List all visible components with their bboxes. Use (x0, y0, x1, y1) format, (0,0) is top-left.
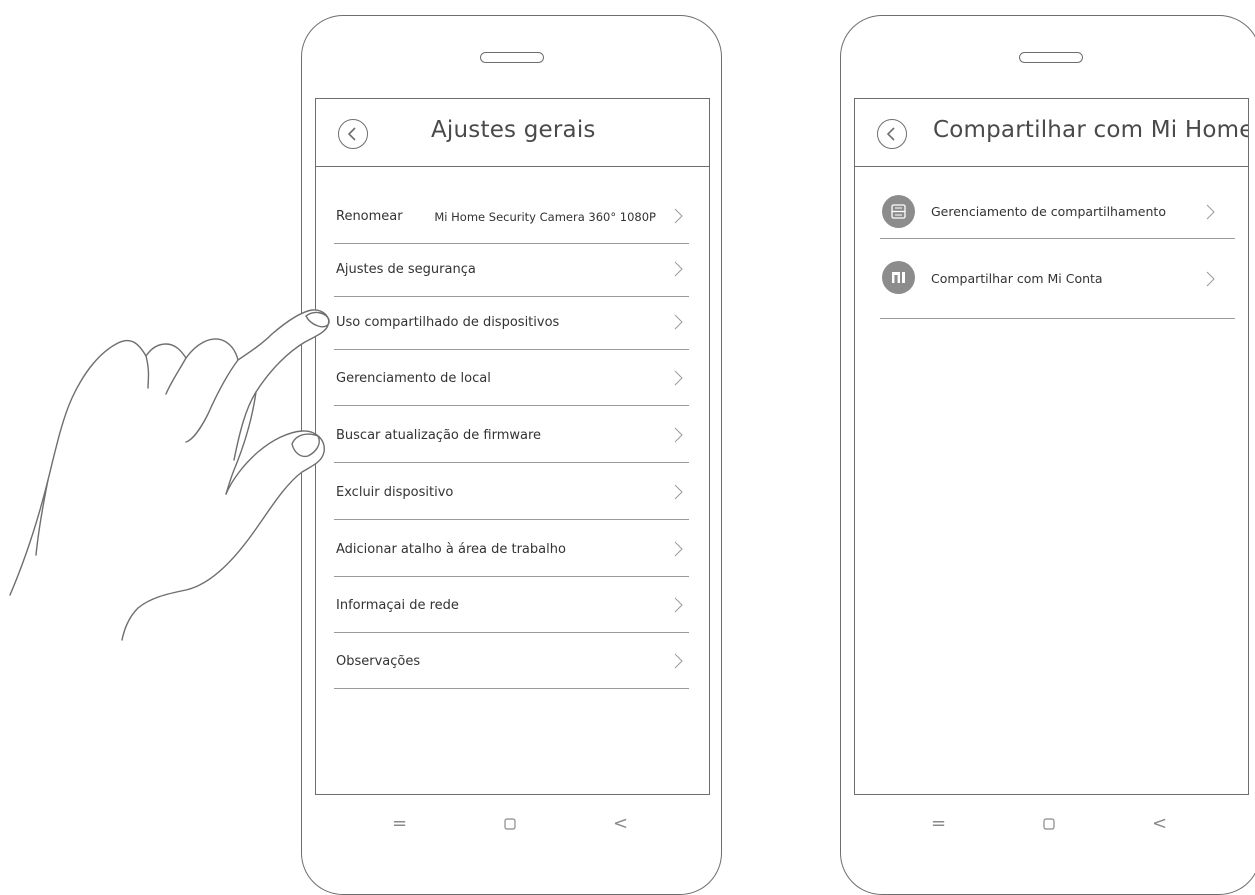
menu-item-label: Renomear (336, 209, 403, 224)
chevron-right-icon (674, 314, 683, 330)
chevron-right-icon (674, 208, 683, 224)
menu-item-network-info[interactable]: Informaçai de rede (334, 577, 689, 633)
menu-item-label: Gerenciamento de local (336, 371, 491, 386)
menu-item-label: Uso compartilhado de dispositivos (336, 315, 560, 330)
share-manage-icon (882, 195, 915, 228)
back-nav-button[interactable]: < (1152, 813, 1167, 834)
menu-nav-button[interactable]: = (931, 813, 946, 834)
menu-item-shortcut[interactable]: Adicionar atalho à área de trabalho (334, 521, 689, 577)
back-nav-button[interactable]: < (613, 813, 628, 834)
speaker-slot (479, 52, 544, 63)
title-bar: Ajustes gerais (316, 99, 709, 167)
chevron-right-icon (674, 653, 683, 669)
page-title: Ajustes gerais (431, 117, 596, 143)
chevron-right-icon (674, 427, 683, 443)
menu-item-firmware[interactable]: Buscar atualização de firmware (334, 407, 689, 463)
chevron-right-icon (674, 541, 683, 557)
home-nav-button[interactable] (504, 818, 516, 830)
back-button[interactable] (877, 119, 907, 149)
menu-item-delete-device[interactable]: Excluir dispositivo (334, 464, 689, 520)
menu-nav-button[interactable]: = (392, 813, 407, 834)
menu-item-label: Buscar atualização de firmware (336, 428, 542, 443)
chevron-right-icon (1206, 271, 1215, 287)
device-name-value: Mi Home Security Camera 360° 1080P (434, 210, 656, 224)
share-mi-account-item[interactable]: Compartilhar com Mi Conta (880, 239, 1235, 319)
menu-item-shared-devices[interactable]: Uso compartilhado de dispositivos (334, 294, 689, 350)
menu-item-label: Adicionar atalho à área de trabalho (336, 542, 566, 557)
chevron-left-icon (886, 127, 895, 141)
home-nav-button[interactable] (1043, 818, 1055, 830)
chevron-right-icon (674, 261, 683, 277)
chevron-right-icon (1206, 204, 1215, 220)
mi-logo-icon (882, 261, 915, 294)
menu-item-label: Informaçai de rede (336, 598, 459, 613)
menu-item-label: Ajustes de segurança (336, 262, 476, 277)
chevron-left-icon (347, 127, 356, 141)
hand-illustration (9, 309, 330, 641)
settings-screen: Ajustes gerais Renomear Mi Home Security… (315, 98, 710, 795)
speaker-slot (1018, 52, 1083, 63)
share-screen: Compartilhar com Mi Home... Gerenciament… (854, 98, 1249, 795)
share-management-item[interactable]: Gerenciamento de compartilhamento (880, 186, 1235, 239)
chevron-right-icon (674, 370, 683, 386)
menu-item-label: Excluir dispositivo (336, 485, 454, 500)
page-title: Compartilhar com Mi Home... (933, 117, 1249, 143)
menu-item-notes[interactable]: Observações (334, 633, 689, 689)
share-item-label: Gerenciamento de compartilhamento (931, 204, 1166, 219)
chevron-right-icon (674, 484, 683, 500)
phone-left: Ajustes gerais Renomear Mi Home Security… (301, 15, 722, 895)
menu-item-rename[interactable]: Renomear Mi Home Security Camera 360° 10… (334, 188, 689, 244)
back-button[interactable] (338, 119, 368, 149)
menu-item-location[interactable]: Gerenciamento de local (334, 350, 689, 406)
menu-item-label: Observações (336, 654, 421, 669)
phone-right: Compartilhar com Mi Home... Gerenciament… (840, 15, 1255, 895)
share-item-label: Compartilhar com Mi Conta (931, 271, 1103, 286)
menu-item-security[interactable]: Ajustes de segurança (334, 241, 689, 297)
title-bar: Compartilhar com Mi Home... (855, 99, 1248, 167)
chevron-right-icon (674, 597, 683, 613)
